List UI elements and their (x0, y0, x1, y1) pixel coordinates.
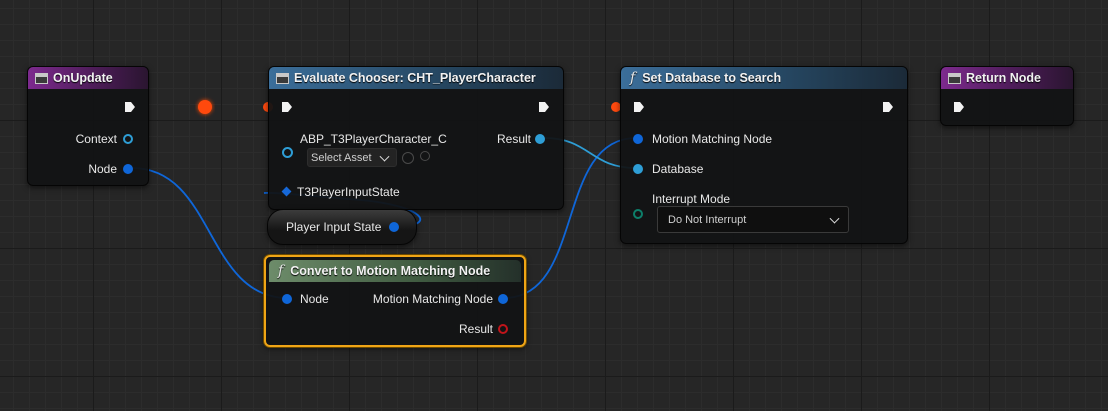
node-icon (35, 72, 48, 84)
evaluate-chooser-node[interactable]: Evaluate Chooser: CHT_PlayerCharacter AB… (268, 66, 564, 210)
result-label: Result (496, 132, 531, 146)
convert-node-in-pin[interactable] (282, 294, 292, 304)
set-database-title: Set Database to Search (642, 71, 782, 85)
exec-out-pin[interactable] (538, 101, 550, 113)
chevron-down-icon (829, 213, 840, 224)
mm-node-label: Motion Matching Node (652, 132, 773, 146)
set-database-header[interactable]: f Set Database to Search (621, 67, 907, 89)
onupdate-header[interactable]: OnUpdate (28, 67, 148, 89)
use-selected-icon[interactable] (402, 152, 414, 164)
interrupt-mode-label: Interrupt Mode (652, 192, 731, 206)
database-in-pin[interactable] (633, 164, 643, 174)
return-node-header[interactable]: Return Node (941, 67, 1073, 89)
node-icon (276, 72, 289, 84)
exec-reroute-knot (198, 100, 212, 114)
chevron-down-icon (379, 151, 390, 162)
interrupt-mode-pin[interactable] (633, 209, 643, 219)
convert-node[interactable]: f Convert to Motion Matching Node Node M… (264, 255, 526, 347)
player-input-state-pin[interactable] (389, 222, 399, 232)
browse-search-icon[interactable] (420, 151, 430, 161)
class-label: ABP_T3PlayerCharacter_C (300, 132, 447, 146)
result-out-pin[interactable] (535, 134, 545, 144)
node-label: Node (88, 162, 117, 176)
input-state-pin[interactable] (281, 186, 292, 197)
onupdate-node[interactable]: OnUpdate Context Node (27, 66, 149, 186)
interrupt-mode-dropdown[interactable]: Do Not Interrupt (657, 206, 849, 233)
mm-node-in-pin[interactable] (633, 134, 643, 144)
convert-result-label: Result (458, 322, 493, 336)
exec-in-pin[interactable] (953, 101, 965, 113)
function-icon: f (630, 70, 636, 86)
set-database-node[interactable]: f Set Database to Search Motion Matching… (620, 66, 908, 244)
context-label: Context (75, 132, 117, 146)
convert-node-label: Node (300, 292, 329, 306)
return-node-title: Return Node (966, 71, 1041, 85)
convert-title: Convert to Motion Matching Node (290, 264, 491, 278)
convert-mm-node-out-pin[interactable] (498, 294, 508, 304)
interrupt-mode-value: Do Not Interrupt (668, 213, 747, 226)
onupdate-title: OnUpdate (53, 71, 113, 85)
convert-result-pin[interactable] (498, 324, 508, 334)
exec-out-pin[interactable] (124, 101, 136, 113)
return-node[interactable]: Return Node (940, 66, 1074, 126)
player-input-state-label: Player Input State (286, 220, 382, 234)
exec-in-pin[interactable] (281, 101, 293, 113)
player-input-state-node[interactable]: Player Input State (267, 209, 417, 245)
exec-in-pin[interactable] (633, 101, 645, 113)
node-icon (948, 72, 961, 84)
function-icon: f (278, 263, 284, 279)
select-asset-dropdown[interactable]: Select Asset (307, 148, 397, 167)
select-asset-label: Select Asset (311, 151, 372, 164)
evaluate-chooser-header[interactable]: Evaluate Chooser: CHT_PlayerCharacter (269, 67, 563, 89)
context-pin[interactable] (123, 134, 133, 144)
node-out-pin[interactable] (123, 164, 133, 174)
evaluate-chooser-title: Evaluate Chooser: CHT_PlayerCharacter (294, 71, 536, 85)
convert-mm-node-label: Motion Matching Node (372, 292, 493, 306)
exec-out-pin[interactable] (882, 101, 894, 113)
database-label: Database (652, 162, 704, 176)
input-state-label: T3PlayerInputState (297, 185, 400, 199)
context-in-pin[interactable] (282, 147, 293, 158)
convert-header[interactable]: f Convert to Motion Matching Node (269, 260, 521, 282)
